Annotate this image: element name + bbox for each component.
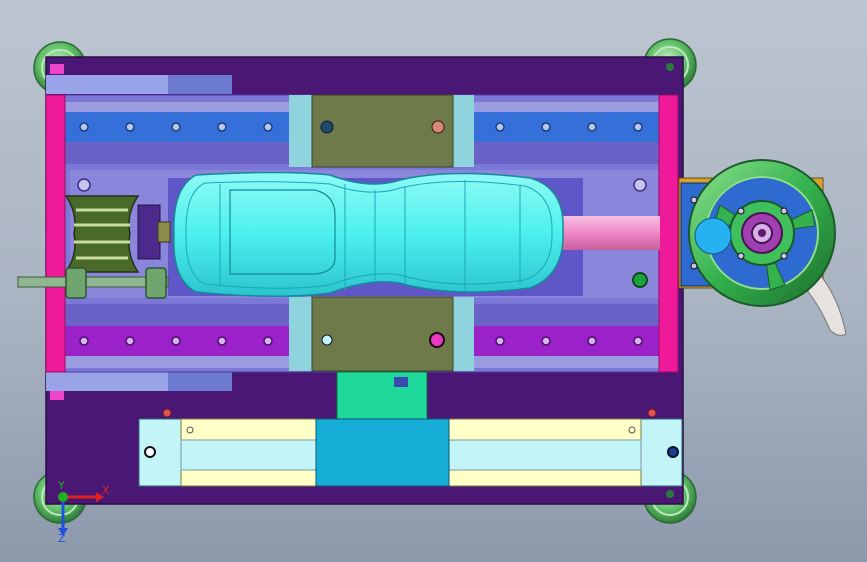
bolt-icon xyxy=(77,178,91,192)
bolt-icon xyxy=(321,334,333,346)
pneumatic-cylinder[interactable] xyxy=(138,408,683,487)
handwheel-icon[interactable] xyxy=(688,159,836,307)
connector-block[interactable] xyxy=(336,371,428,420)
bolt-icon xyxy=(666,490,674,498)
bolt-icon xyxy=(429,332,445,348)
bolt-icon xyxy=(431,120,445,134)
mold-cavity[interactable] xyxy=(173,171,564,297)
bolt-icon xyxy=(666,63,674,71)
right-end-bar[interactable] xyxy=(658,94,679,373)
bottom-guide-strip-shade xyxy=(168,372,232,391)
pin-icon xyxy=(50,391,64,400)
piston-rod[interactable] xyxy=(560,216,660,250)
green-bolt-icon xyxy=(632,272,648,288)
bolt-icon xyxy=(633,178,647,192)
upper-slider-block[interactable] xyxy=(311,94,454,168)
bolt-icon xyxy=(394,377,408,387)
triad-y-label: Y xyxy=(57,479,65,492)
triad-x-label: X xyxy=(102,484,110,497)
pin-icon xyxy=(50,64,64,74)
bolt-icon xyxy=(320,120,334,134)
triad-z-label: Z xyxy=(58,532,66,545)
cad-viewport[interactable]: X Y Z xyxy=(0,0,867,562)
left-end-bar[interactable] xyxy=(45,94,66,373)
top-guide-strip-shade xyxy=(168,75,232,94)
